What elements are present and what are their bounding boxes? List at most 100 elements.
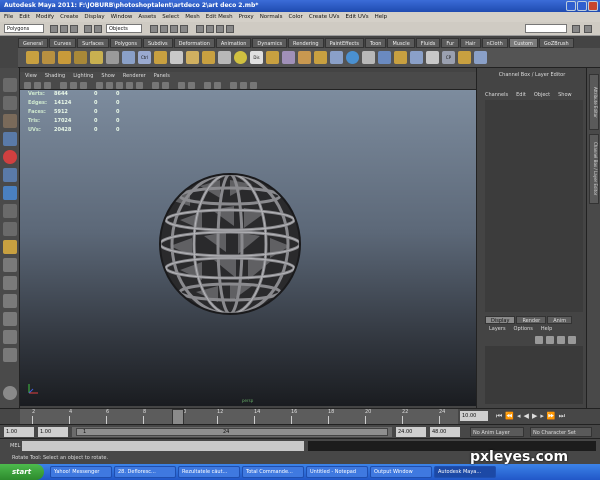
playback-end-field[interactable]: 24.00 <box>396 427 426 437</box>
layer-list[interactable] <box>485 346 583 404</box>
render-icon[interactable] <box>206 25 214 33</box>
show-manip-icon[interactable] <box>3 222 17 236</box>
panel-menu-panels[interactable]: Panels <box>154 72 170 80</box>
shelf-tool-icon[interactable] <box>106 51 119 64</box>
step-forward-key-icon[interactable]: ⏩ <box>547 412 556 421</box>
shelf-tool-icon[interactable] <box>362 51 375 64</box>
time-slider-track[interactable]: 2 4 6 8 10 12 14 16 18 20 22 24 <box>20 409 458 425</box>
character-set-dropdown[interactable]: No Character Set <box>530 427 592 437</box>
toggle-panel-icon[interactable] <box>572 25 580 33</box>
panel-menu-view[interactable]: View <box>25 72 37 80</box>
scale-tool-icon[interactable] <box>3 168 17 182</box>
menu-display[interactable]: Display <box>84 12 104 22</box>
shelf-tool-icon[interactable] <box>410 51 423 64</box>
shelf-tab-custom[interactable]: Custom <box>508 38 538 48</box>
menu-assets[interactable]: Assets <box>138 12 156 22</box>
channel-box-area[interactable] <box>485 100 583 312</box>
layout-two-icon[interactable] <box>3 294 17 308</box>
menu-help[interactable]: Help <box>375 12 388 22</box>
dis-shelf-icon[interactable]: Dis <box>250 51 263 64</box>
save-scene-icon[interactable] <box>70 25 78 33</box>
menuset-dropdown[interactable]: Polygons <box>4 24 44 33</box>
menu-color[interactable]: Color <box>288 12 302 22</box>
shelf-tool-icon[interactable] <box>266 51 279 64</box>
shelf-tab-hair[interactable]: Hair <box>460 38 481 48</box>
shelf-tool-icon[interactable] <box>90 51 103 64</box>
shelf-tool-icon[interactable] <box>298 51 311 64</box>
isolate-select-icon[interactable] <box>178 82 185 89</box>
shelf-tab-fur[interactable]: Fur <box>441 38 460 48</box>
current-frame-marker[interactable] <box>172 409 184 425</box>
film-gate-icon[interactable] <box>70 82 77 89</box>
menu-window[interactable]: Window <box>111 12 133 22</box>
xray-icon[interactable] <box>162 82 169 89</box>
maximize-button[interactable] <box>577 1 587 11</box>
shelf-tab-dynamics[interactable]: Dynamics <box>252 38 288 48</box>
menu-mesh[interactable]: Mesh <box>185 12 199 22</box>
shelf-tab-muscle[interactable]: Muscle <box>387 38 415 48</box>
paint-select-icon[interactable] <box>3 114 17 128</box>
menu-create[interactable]: Create <box>60 12 78 22</box>
shelf-tool-icon[interactable] <box>26 51 39 64</box>
taskbar-item[interactable]: Rezultatele căut... <box>178 466 240 478</box>
shelf-tab-painteffects[interactable]: PaintEffects <box>324 38 364 48</box>
shelf-tool-icon[interactable] <box>186 51 199 64</box>
quick-select-field[interactable] <box>525 24 567 33</box>
render-settings-icon[interactable] <box>226 25 234 33</box>
shelf-tab-polygons[interactable]: Polygons <box>109 38 142 48</box>
taskbar-item[interactable]: Output Window <box>370 466 432 478</box>
minimize-button[interactable] <box>566 1 576 11</box>
lattice-sphere-model[interactable] <box>20 90 476 406</box>
shelf-tab-gozbrush[interactable]: GoZBrush <box>538 38 574 48</box>
go-to-start-icon[interactable]: ⏮ <box>496 412 502 421</box>
move-tool-icon[interactable] <box>3 132 17 146</box>
close-button[interactable] <box>588 1 598 11</box>
ctrl-shelf-icon[interactable]: Ctrl <box>138 51 151 64</box>
toolbox-bottom-icon[interactable] <box>3 386 17 400</box>
shelf-tool-icon[interactable] <box>426 51 439 64</box>
menu-normals[interactable]: Normals <box>260 12 283 22</box>
play-backwards-icon[interactable]: ◀ <box>524 412 529 421</box>
shelf-tool-icon[interactable] <box>330 51 343 64</box>
resolution-gate-icon[interactable] <box>80 82 87 89</box>
exposure-icon[interactable] <box>214 82 221 89</box>
snap-point-icon[interactable] <box>170 25 178 33</box>
layer-menu-options[interactable]: Options <box>514 326 533 332</box>
image-plane-icon[interactable] <box>44 82 51 89</box>
playback-start-field[interactable]: 1.00 <box>38 427 68 437</box>
shelf-tool-icon[interactable] <box>202 51 215 64</box>
layer-tab-render[interactable]: Render <box>516 316 547 324</box>
taskbar-item[interactable]: Total Commande... <box>242 466 304 478</box>
last-tool-icon[interactable] <box>3 240 17 254</box>
layer-tab-anim[interactable]: Anim <box>547 316 573 324</box>
shelf-tab-curves[interactable]: Curves <box>48 38 77 48</box>
camera-bookmark-icon[interactable] <box>34 82 41 89</box>
anim-layer-dropdown[interactable]: No Anim Layer <box>470 427 524 437</box>
hq-render-icon[interactable] <box>188 82 195 89</box>
panel-menu-shading[interactable]: Shading <box>45 72 65 80</box>
panel-menu-lighting[interactable]: Lighting <box>73 72 93 80</box>
layout-hypershade-icon[interactable] <box>3 348 17 362</box>
select-tool-icon[interactable] <box>3 78 17 92</box>
shelf-tool-icon[interactable] <box>74 51 87 64</box>
layer-tab-display[interactable]: Display <box>485 316 516 324</box>
wireframe-icon[interactable] <box>96 82 103 89</box>
cb-menu-channels[interactable]: Channels <box>485 92 508 98</box>
shadows-icon[interactable] <box>152 82 159 89</box>
open-scene-icon[interactable] <box>60 25 68 33</box>
blue-sphere-shelf-icon[interactable] <box>346 51 359 64</box>
layer-menu-layers[interactable]: Layers <box>489 326 506 332</box>
perspective-viewport[interactable]: Verts: 8644 0 0 Edges: 14124 0 0 Faces: … <box>20 90 476 406</box>
panel-extra-icon[interactable] <box>250 82 257 89</box>
move-layer-down-icon[interactable] <box>568 336 576 344</box>
menu-modify[interactable]: Modify <box>36 12 54 22</box>
range-handle[interactable]: 1 24 <box>76 428 388 436</box>
lasso-tool-icon[interactable] <box>3 96 17 110</box>
shelf-tab-subdivs[interactable]: Subdivs <box>143 38 173 48</box>
menu-file[interactable]: File <box>4 12 13 22</box>
panel-menu-show[interactable]: Show <box>101 72 115 80</box>
shelf-tab-general[interactable]: General <box>18 38 48 48</box>
go-to-end-icon[interactable]: ⏭ <box>559 412 565 421</box>
play-forwards-icon[interactable]: ▶ <box>532 412 537 421</box>
shelf-tool-icon[interactable] <box>170 51 183 64</box>
